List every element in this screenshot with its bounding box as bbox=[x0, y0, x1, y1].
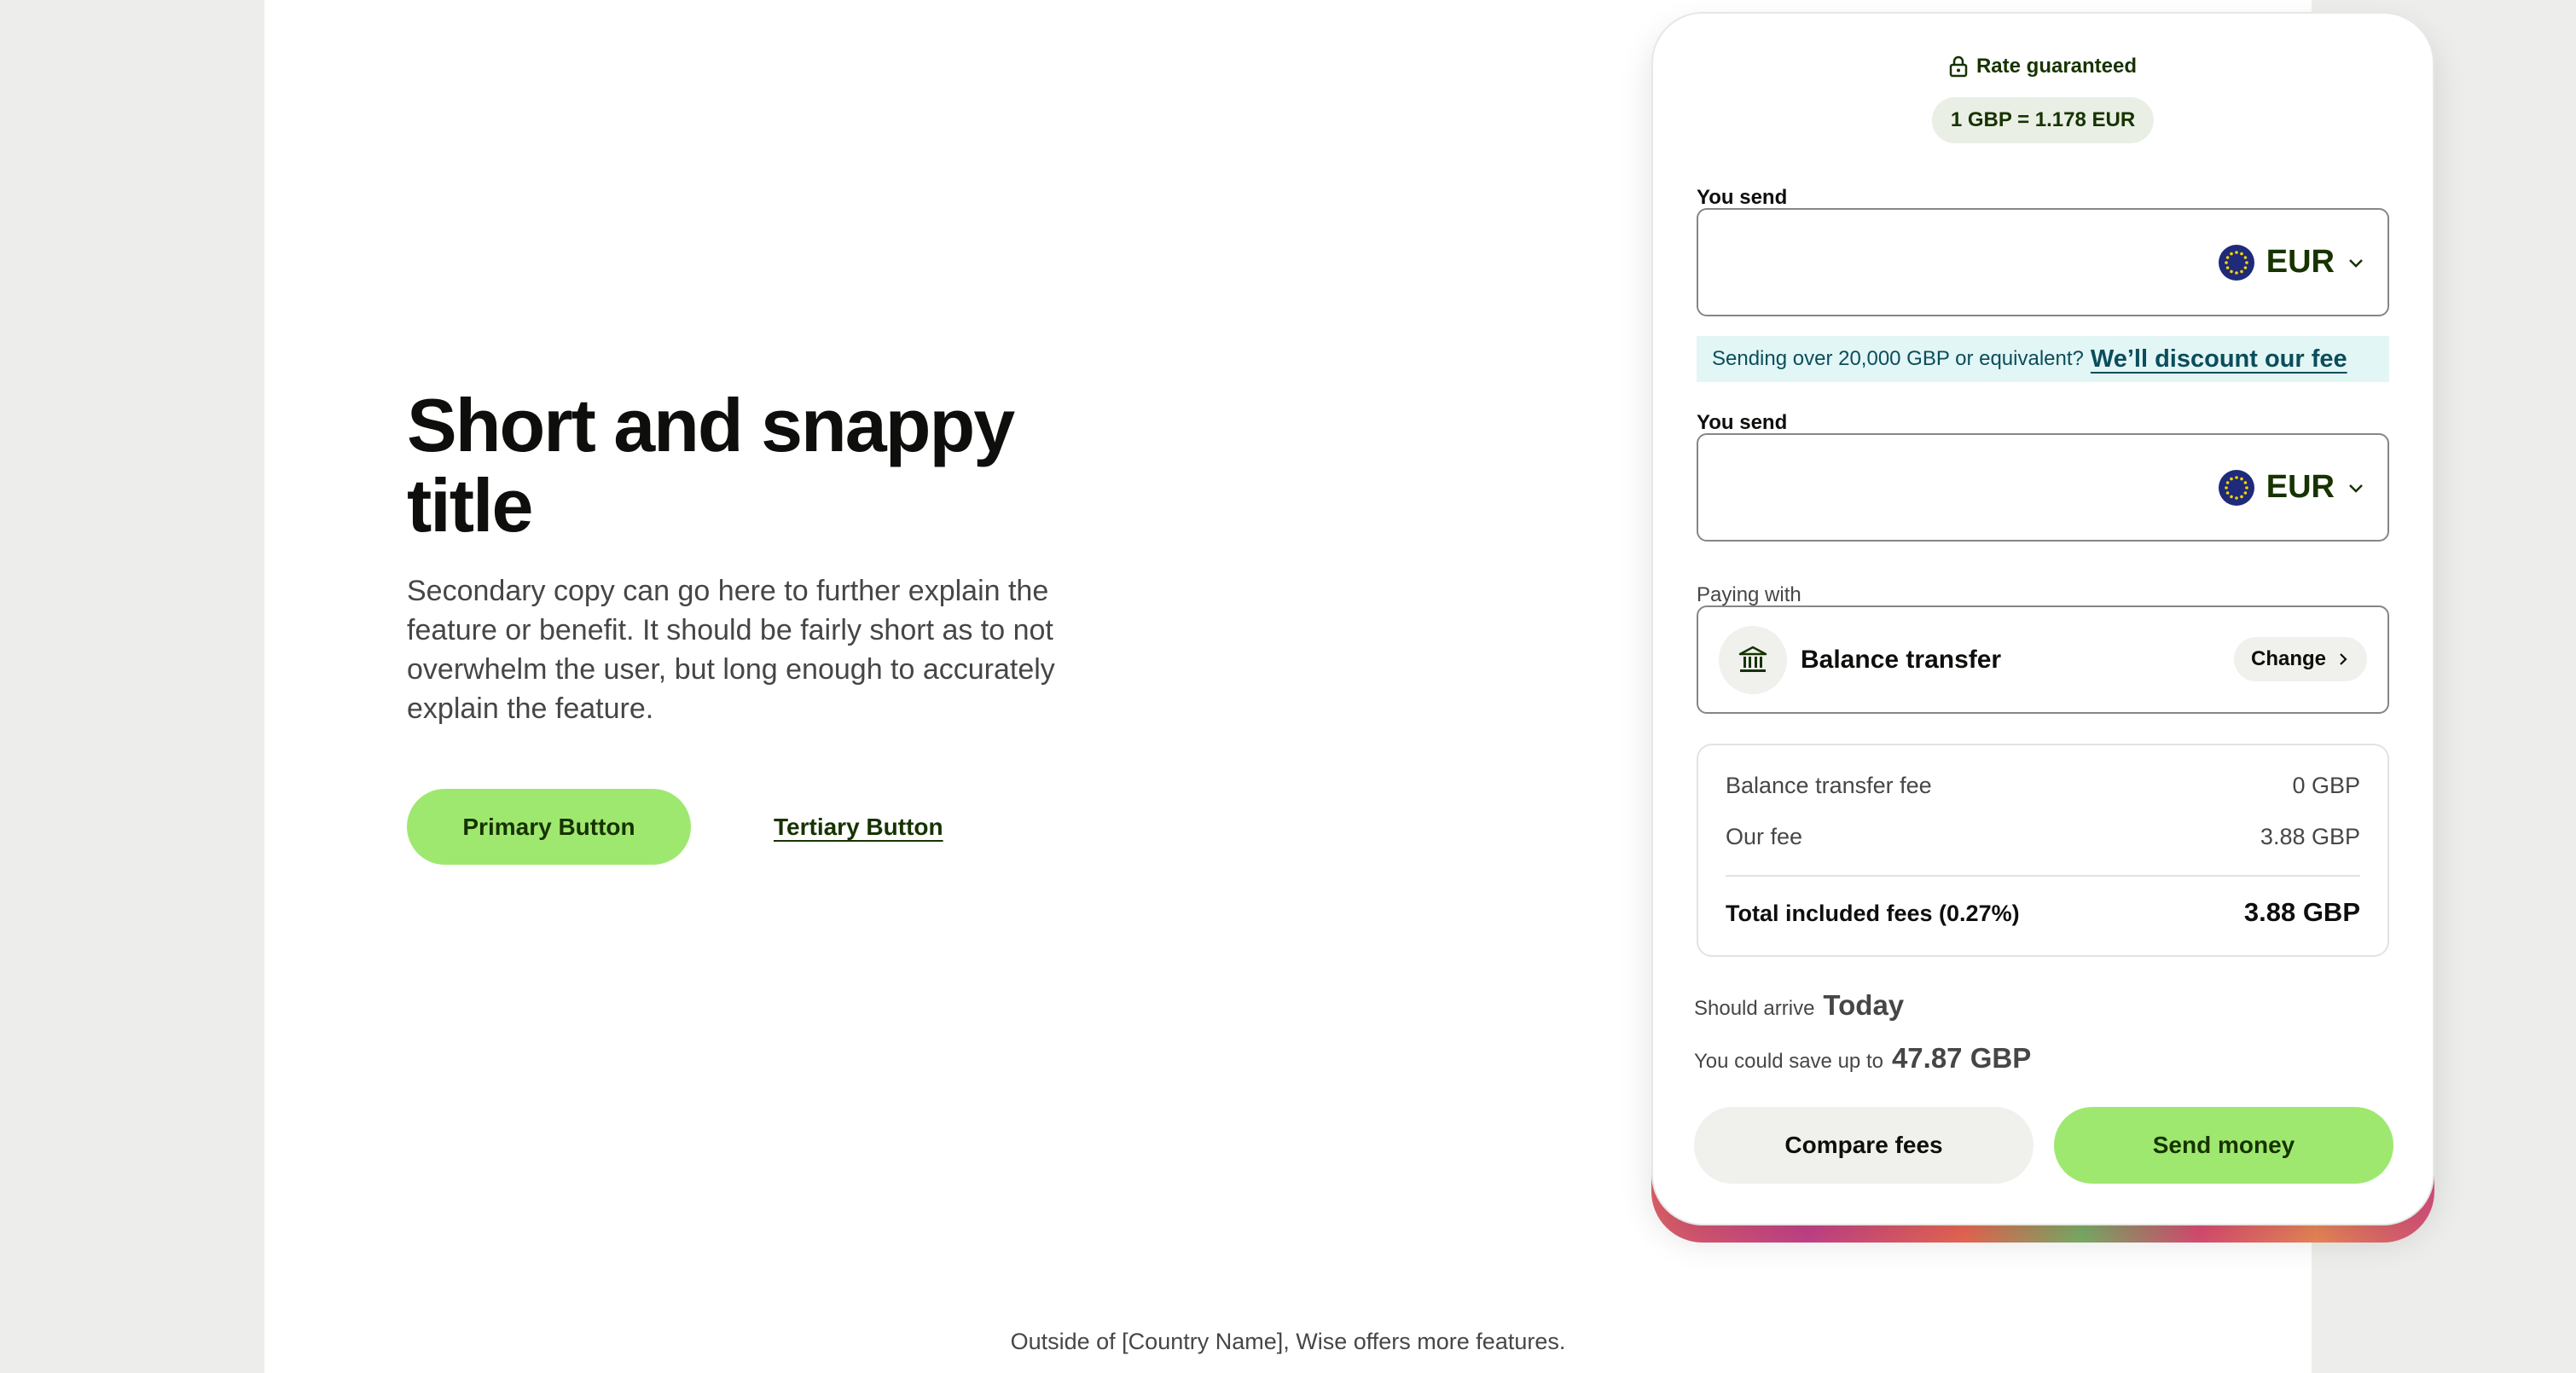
fee-value: 3.88 GBP bbox=[2260, 824, 2360, 849]
bank-icon bbox=[1738, 646, 1767, 672]
arrival-value: Today bbox=[1823, 989, 1905, 1021]
savings-value: 47.87 GBP bbox=[1891, 1042, 2032, 1074]
discount-link[interactable]: We’ll discount our fee bbox=[2091, 345, 2347, 374]
fees-summary: Balance transfer fee 0 GBP Our fee 3.88 … bbox=[1697, 744, 2389, 957]
receive-amount-label: You send bbox=[1697, 411, 1788, 434]
eu-flag-icon bbox=[2218, 244, 2254, 281]
savings-prefix: You could save up to bbox=[1694, 1050, 1883, 1073]
change-payment-button[interactable]: Change bbox=[2233, 637, 2367, 681]
fee-total-label: Total included fees (0.27%) bbox=[1726, 901, 2020, 926]
fee-total-value: 3.88 GBP bbox=[2243, 897, 2360, 927]
lock-icon bbox=[1949, 55, 1968, 78]
primary-button[interactable]: Primary Button bbox=[407, 789, 691, 865]
eu-flag-icon bbox=[2218, 469, 2254, 506]
receive-amount-field[interactable]: EUR bbox=[1697, 433, 2389, 542]
page-content: Short and snappy title Secondary copy ca… bbox=[264, 0, 2434, 1373]
tertiary-button[interactable]: Tertiary Button bbox=[774, 789, 943, 865]
rate-guaranteed-label: Rate guaranteed bbox=[1976, 55, 2138, 78]
fee-label: Our fee bbox=[1726, 824, 1803, 849]
receive-amount-input[interactable] bbox=[1715, 452, 2193, 524]
chevron-right-icon bbox=[2340, 653, 2347, 665]
send-amount-field[interactable]: EUR bbox=[1697, 208, 2389, 316]
chevron-down-icon bbox=[2347, 478, 2365, 497]
fee-label: Balance transfer fee bbox=[1726, 773, 1932, 798]
hero-title: Short and snappy title bbox=[407, 383, 1015, 547]
change-label: Change bbox=[2250, 647, 2326, 670]
rate-guarantee: Rate guaranteed bbox=[1653, 55, 2433, 78]
fee-row: Balance transfer fee 0 GBP bbox=[1726, 773, 2360, 799]
compare-fees-button[interactable]: Compare fees bbox=[1694, 1107, 2034, 1184]
send-amount-label: You send bbox=[1697, 186, 1788, 209]
fee-row: Our fee 3.88 GBP bbox=[1726, 824, 2360, 850]
hero-copy: Secondary copy can go here to further ex… bbox=[407, 575, 1055, 725]
fee-value: 0 GBP bbox=[2292, 773, 2360, 798]
arrival-prefix: Should arrive bbox=[1694, 997, 1815, 1020]
discount-banner: Sending over 20,000 GBP or equivalent? W… bbox=[1697, 336, 2389, 382]
chevron-down-icon bbox=[2347, 253, 2365, 272]
payment-method-name: Balance transfer bbox=[1801, 645, 2002, 674]
fee-divider bbox=[1726, 875, 2360, 877]
exchange-rate-pill[interactable]: 1 GBP = 1.178 EUR bbox=[1931, 97, 2155, 143]
footer-note: Outside of [Country Name], Wise offers m… bbox=[1010, 1329, 1566, 1354]
send-money-card: Rate guaranteed 1 GBP = 1.178 EUR You se… bbox=[1651, 12, 2434, 1225]
send-money-button[interactable]: Send money bbox=[2054, 1107, 2393, 1184]
bank-icon-badge bbox=[1719, 625, 1787, 694]
paying-with-label: Paying with bbox=[1697, 583, 1801, 606]
receive-currency-select[interactable]: EUR bbox=[2218, 435, 2365, 540]
send-currency-select[interactable]: EUR bbox=[2218, 210, 2365, 315]
send-amount-input[interactable] bbox=[1715, 227, 2193, 298]
receive-currency-code: EUR bbox=[2266, 469, 2335, 505]
discount-text: Sending over 20,000 GBP or equivalent? bbox=[1712, 347, 2084, 370]
send-currency-code: EUR bbox=[2266, 244, 2335, 280]
fee-total-row: Total included fees (0.27%) 3.88 GBP bbox=[1726, 897, 2360, 928]
savings-info: You could save up to 47.87 GBP bbox=[1694, 1042, 2031, 1075]
arrival-info: Should arrive Today bbox=[1694, 989, 1904, 1022]
payment-method-selector[interactable]: Balance transfer Change bbox=[1697, 605, 2389, 714]
